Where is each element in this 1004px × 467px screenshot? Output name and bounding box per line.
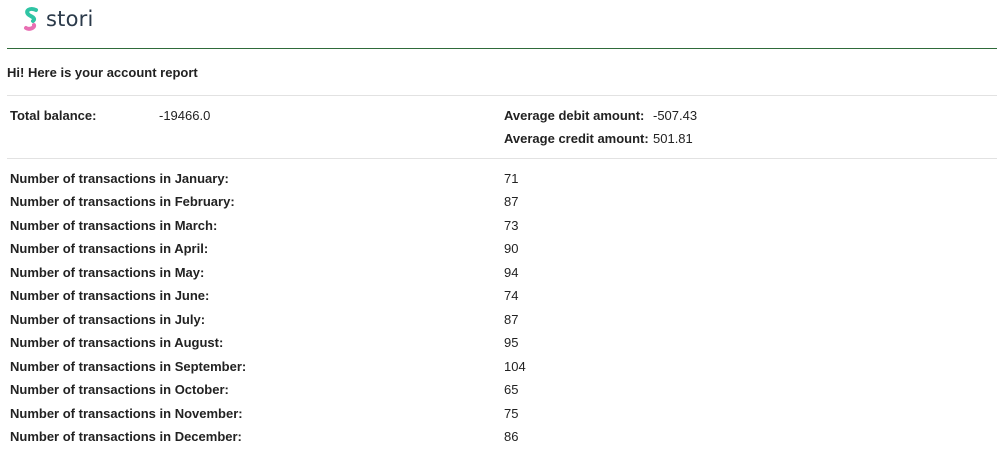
report-header: stori bbox=[7, 0, 997, 49]
transaction-row: Number of transactions in April: 90 bbox=[10, 241, 990, 257]
total-balance-value: -19466.0 bbox=[159, 108, 211, 123]
avg-debit-label: Average debit amount: bbox=[504, 108, 645, 123]
transaction-month-label: Number of transactions in December: bbox=[10, 429, 242, 444]
report-greeting: Hi! Here is your account report bbox=[7, 65, 198, 80]
avg-credit-value: 501.81 bbox=[653, 131, 693, 146]
transaction-month-label: Number of transactions in February: bbox=[10, 194, 235, 209]
transaction-row: Number of transactions in March: 73 bbox=[10, 218, 990, 234]
transaction-month-label: Number of transactions in October: bbox=[10, 382, 229, 397]
brand-name: stori bbox=[46, 7, 94, 31]
transaction-month-label: Number of transactions in July: bbox=[10, 312, 206, 327]
transaction-month-label: Number of transactions in March: bbox=[10, 218, 218, 233]
stori-logo-icon bbox=[24, 6, 38, 31]
transaction-count: 104 bbox=[504, 359, 526, 374]
transaction-count: 87 bbox=[504, 194, 519, 209]
transaction-month-label: Number of transactions in April: bbox=[10, 241, 209, 256]
transaction-row: Number of transactions in January: 71 bbox=[10, 171, 990, 187]
transaction-month-label: Number of transactions in June: bbox=[10, 288, 210, 303]
transaction-month-label: Number of transactions in May: bbox=[10, 265, 205, 280]
avg-credit-label: Average credit amount: bbox=[504, 131, 649, 146]
divider bbox=[7, 158, 997, 159]
transaction-count: 74 bbox=[504, 288, 519, 303]
transaction-month-label: Number of transactions in August: bbox=[10, 335, 224, 350]
transaction-month-label: Number of transactions in November: bbox=[10, 406, 243, 421]
transaction-count: 86 bbox=[504, 429, 519, 444]
transaction-count: 71 bbox=[504, 171, 519, 186]
transaction-month-label: Number of transactions in January: bbox=[10, 171, 229, 186]
divider bbox=[7, 95, 997, 96]
transaction-count: 95 bbox=[504, 335, 519, 350]
transaction-row: Number of transactions in December: 86 bbox=[10, 429, 990, 445]
transaction-count: 75 bbox=[504, 406, 519, 421]
transaction-count: 87 bbox=[504, 312, 519, 327]
avg-debit-value: -507.43 bbox=[653, 108, 698, 123]
transaction-row: Number of transactions in August: 95 bbox=[10, 335, 990, 351]
transaction-row: Number of transactions in September: 104 bbox=[10, 359, 990, 375]
transaction-count: 90 bbox=[504, 241, 519, 256]
stori-logo: stori bbox=[21, 6, 94, 32]
transaction-row: Number of transactions in October: 65 bbox=[10, 382, 990, 398]
transaction-row: Number of transactions in July: 87 bbox=[10, 312, 990, 328]
transaction-row: Number of transactions in February: 87 bbox=[10, 194, 990, 210]
transaction-row: Number of transactions in May: 94 bbox=[10, 265, 990, 281]
summary-row-balance-debit: Total balance: -19466.0 Average debit am… bbox=[10, 108, 990, 124]
transaction-row: Number of transactions in June: 74 bbox=[10, 288, 990, 304]
total-balance-label: Total balance: bbox=[10, 108, 97, 123]
transaction-count: 65 bbox=[504, 382, 519, 397]
transaction-count: 94 bbox=[504, 265, 519, 280]
transaction-row: Number of transactions in November: 75 bbox=[10, 406, 990, 422]
transaction-month-label: Number of transactions in September: bbox=[10, 359, 247, 374]
transaction-count: 73 bbox=[504, 218, 519, 233]
summary-row-credit: Average credit amount: 501.81 bbox=[10, 131, 990, 147]
